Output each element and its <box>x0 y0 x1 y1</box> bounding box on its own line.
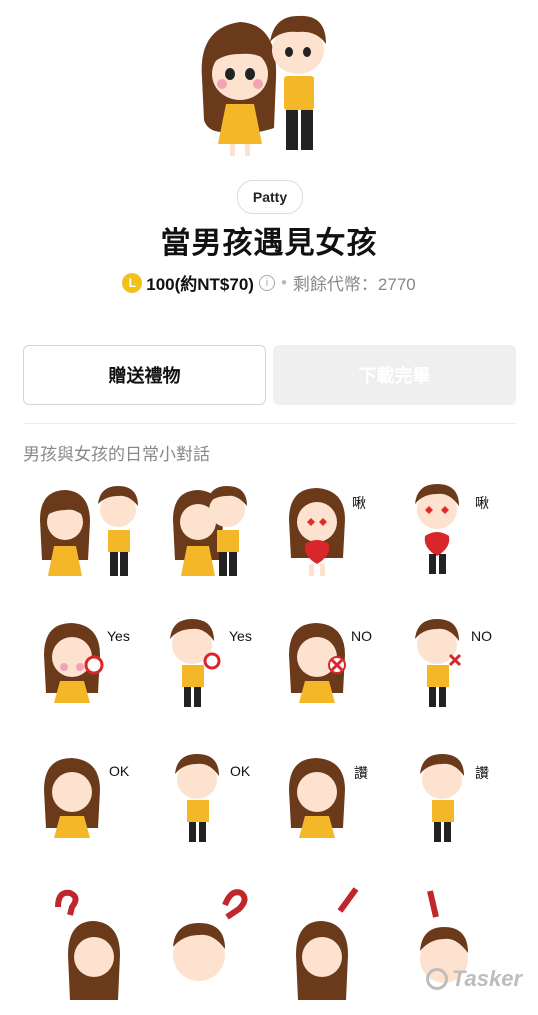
sticker-9[interactable] <box>40 750 160 880</box>
sticker-11[interactable] <box>285 750 405 880</box>
sticker-title: 當男孩遇見女孩 <box>160 227 378 260</box>
download-button[interactable]: 下載完畢 <box>273 345 516 405</box>
watermark: Tasker <box>425 966 522 992</box>
sticker-label: 讚 <box>475 765 489 781</box>
sticker-description: 男孩與女孩的日常小對話 <box>23 445 210 464</box>
sticker-6[interactable] <box>160 615 280 745</box>
divider <box>23 423 516 424</box>
sticker-7[interactable] <box>285 615 405 745</box>
separator-dot: • <box>280 272 287 292</box>
sticker-label: OK <box>230 763 251 779</box>
sticker-15[interactable] <box>290 885 410 1015</box>
price-amount: 100(約NT$70) <box>146 275 254 294</box>
sticker-8[interactable] <box>405 615 525 745</box>
sticker-4[interactable] <box>405 480 525 610</box>
sticker-10[interactable] <box>165 750 285 880</box>
sticker-12[interactable] <box>410 750 530 880</box>
sticker-2[interactable] <box>165 480 285 610</box>
sticker-main-image <box>201 15 326 156</box>
sticker-14[interactable] <box>165 885 285 1015</box>
sticker-label: NO <box>471 628 492 644</box>
sticker-1[interactable] <box>32 480 152 610</box>
sticker-13[interactable] <box>50 885 170 1015</box>
watermark-logo-icon <box>425 968 448 990</box>
coin-icon: L <box>122 272 143 293</box>
sticker-label: 啾 <box>352 495 366 511</box>
sticker-label: Yes <box>229 628 252 644</box>
coin-balance: 剩餘代幣：2770 <box>292 275 416 294</box>
sticker-3[interactable] <box>285 480 405 610</box>
gift-button[interactable]: 贈送禮物 <box>23 345 266 405</box>
sticker-label: OK <box>109 763 130 779</box>
sticker-16[interactable] <box>410 885 530 1015</box>
sticker-label: NO <box>351 628 372 644</box>
sticker-label: 啾 <box>475 495 489 511</box>
sticker-5[interactable] <box>40 615 160 745</box>
info-icon[interactable]: i <box>258 274 275 291</box>
sticker-label: 讚 <box>354 765 368 781</box>
price-row: L 100(約NT$70) i • 剩餘代幣：2770 <box>0 270 538 295</box>
author-badge[interactable]: Patty <box>237 180 303 214</box>
sticker-label: Yes <box>107 628 130 644</box>
